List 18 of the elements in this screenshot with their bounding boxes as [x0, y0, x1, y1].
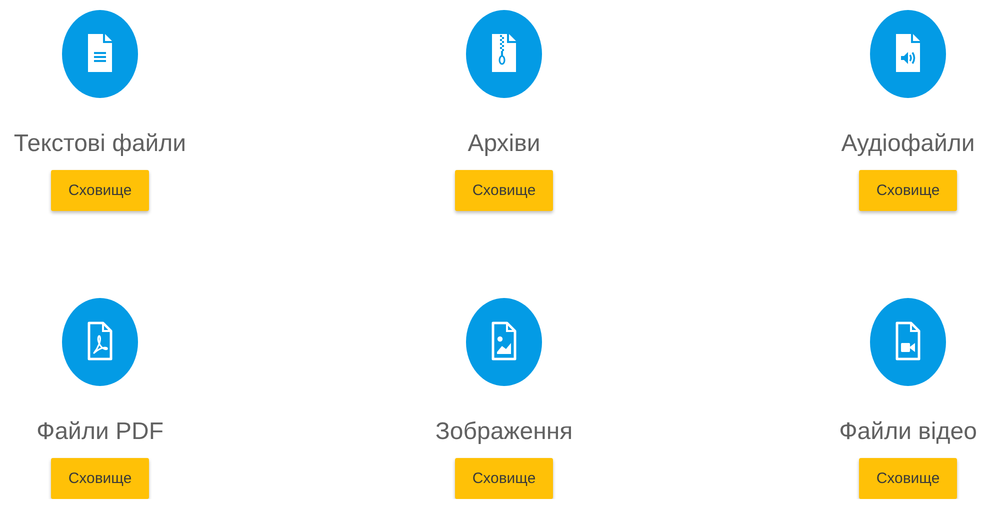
storage-button[interactable]: Сховище	[455, 170, 553, 211]
category-title: Файли PDF	[36, 418, 164, 446]
storage-button[interactable]: Сховище	[859, 170, 957, 211]
pdf-file-icon	[62, 298, 138, 386]
audio-file-icon	[870, 10, 946, 98]
category-title: Зображення	[435, 418, 573, 446]
storage-button[interactable]: Сховище	[859, 458, 957, 499]
category-title: Архіви	[468, 130, 540, 158]
category-title: Текстові файли	[14, 130, 186, 158]
category-title: Файли відео	[839, 418, 977, 446]
storage-button[interactable]: Сховище	[455, 458, 553, 499]
storage-button[interactable]: Сховище	[51, 170, 149, 211]
zip-file-icon	[466, 10, 542, 98]
image-file-icon	[466, 298, 542, 386]
document-icon	[62, 10, 138, 98]
category-title: Аудіофайли	[841, 130, 975, 158]
video-file-icon	[870, 298, 946, 386]
storage-button[interactable]: Сховище	[51, 458, 149, 499]
